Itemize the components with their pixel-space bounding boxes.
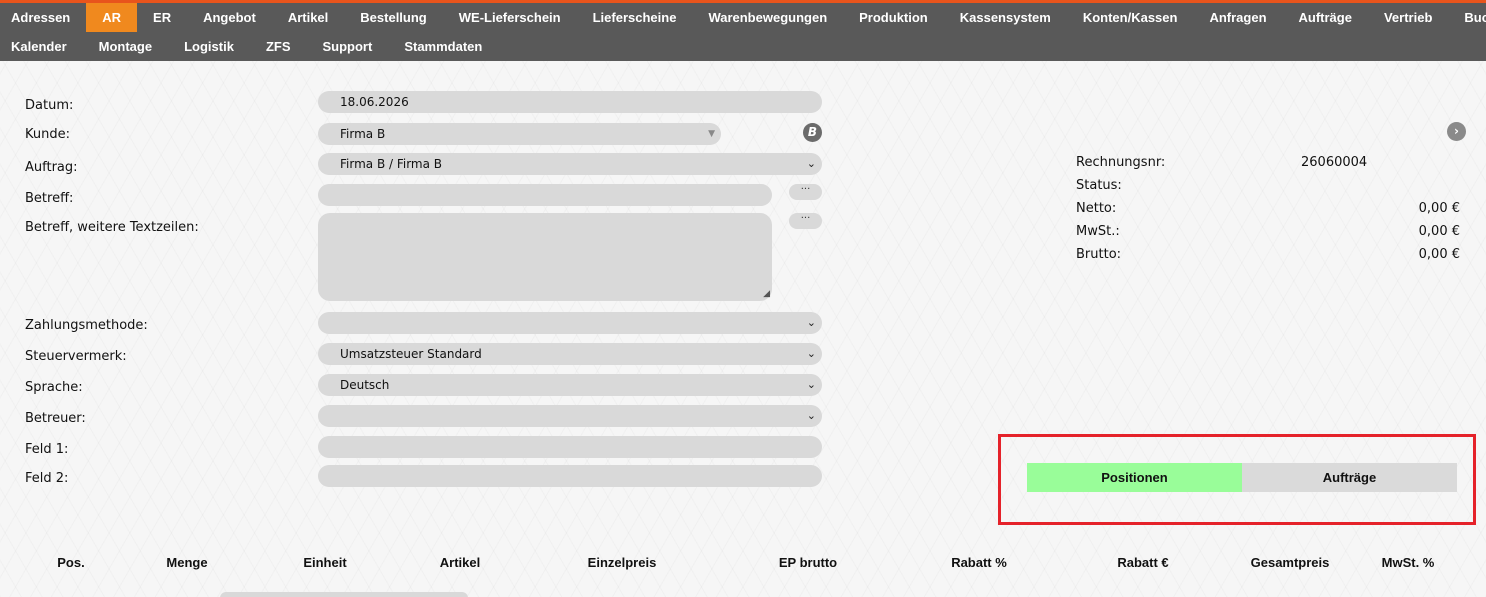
chevron-down-icon: ⌄	[806, 378, 816, 391]
position-row-input[interactable]	[220, 592, 468, 597]
kunde-select[interactable]: Firma B ▼	[318, 123, 721, 145]
nav-item-konten-kassen[interactable]: Konten/Kassen	[1067, 3, 1194, 32]
feld1-input[interactable]	[318, 436, 822, 458]
feld2-label: Feld 2:	[25, 471, 69, 486]
nav-item-warenbewegungen[interactable]: Warenbewegungen	[692, 3, 843, 32]
betreuer-select[interactable]: ⌄	[318, 405, 822, 427]
chevron-down-icon: ⌄	[806, 409, 816, 422]
kunde-label: Kunde:	[25, 127, 70, 142]
status-label: Status:	[1076, 178, 1122, 193]
nav-item-we-lieferschein[interactable]: WE-Lieferschein	[443, 3, 577, 32]
betreff-more-button[interactable]: ···	[789, 184, 822, 200]
nav-row-primary: Adressen AR ER Angebot Artikel Bestellun…	[0, 3, 1486, 32]
sprache-label: Sprache:	[25, 380, 83, 395]
nav-item-lieferscheine[interactable]: Lieferscheine	[577, 3, 693, 32]
brutto-value: 0,00 €	[1418, 247, 1460, 262]
nav-item-bestellung[interactable]: Bestellung	[344, 3, 442, 32]
column-header-einzelpreis: Einzelpreis	[587, 555, 657, 570]
steuervermerk-value: Umsatzsteuer Standard	[340, 347, 482, 361]
betreff-input[interactable]	[318, 184, 772, 206]
rechnungsnr-value: 26060004	[1301, 155, 1368, 170]
column-header-einheit: Einheit	[303, 555, 347, 570]
nav-item-buchhaltung[interactable]: Buchhaltung	[1448, 3, 1486, 32]
nav-row-secondary: Kalender Montage Logistik ZFS Support St…	[0, 32, 498, 61]
zahlungsmethode-label: Zahlungsmethode:	[25, 318, 148, 333]
mwst-value: 0,00 €	[1418, 224, 1460, 239]
feld1-label: Feld 1:	[25, 442, 69, 457]
netto-label: Netto:	[1076, 201, 1117, 216]
nav-item-er[interactable]: ER	[137, 3, 187, 32]
tab-auftraege[interactable]: Aufträge	[1242, 463, 1457, 492]
column-header-menge: Menge	[166, 555, 208, 570]
nav-item-montage[interactable]: Montage	[83, 32, 168, 61]
auftrag-label: Auftrag:	[25, 160, 78, 175]
column-header-gesamtpreis: Gesamtpreis	[1250, 555, 1330, 570]
column-header-pos: Pos.	[57, 555, 85, 570]
nav-item-kalender[interactable]: Kalender	[0, 32, 83, 61]
rechnungsnr-label: Rechnungsnr:	[1076, 155, 1166, 170]
tab-positionen[interactable]: Positionen	[1027, 463, 1242, 492]
betreuer-label: Betreuer:	[25, 411, 86, 426]
datum-label: Datum:	[25, 98, 74, 113]
nav-item-stammdaten[interactable]: Stammdaten	[388, 32, 498, 61]
zahlungsmethode-select[interactable]: ⌄	[318, 312, 822, 334]
column-header-rabatt-euro: Rabatt €	[1117, 555, 1169, 570]
betreff-label: Betreff:	[25, 191, 74, 206]
datum-input[interactable]: 18.06.2026	[318, 91, 822, 113]
column-header-mwst: MwSt. %	[1381, 555, 1435, 570]
chevron-down-icon: ⌄	[806, 157, 816, 170]
nav-item-artikel[interactable]: Artikel	[272, 3, 344, 32]
nav-item-kassensystem[interactable]: Kassensystem	[944, 3, 1067, 32]
nav-item-produktion[interactable]: Produktion	[843, 3, 944, 32]
kunde-value: Firma B	[340, 127, 386, 141]
chevron-down-icon: ⌄	[806, 347, 816, 360]
nav-item-zfs[interactable]: ZFS	[250, 32, 307, 61]
nav-item-angebot[interactable]: Angebot	[187, 3, 272, 32]
column-header-rabatt-prozent: Rabatt %	[951, 555, 1007, 570]
column-header-artikel: Artikel	[439, 555, 481, 570]
feld2-input[interactable]	[318, 465, 822, 487]
datum-value: 18.06.2026	[340, 95, 409, 109]
chevron-down-icon: ⌄	[806, 316, 816, 329]
next-arrow-icon[interactable]: ›	[1447, 122, 1466, 141]
resize-handle-icon[interactable]: ◢	[763, 289, 770, 299]
nav-item-logistik[interactable]: Logistik	[168, 32, 250, 61]
nav-item-adressen[interactable]: Adressen	[0, 3, 86, 32]
steuervermerk-label: Steuervermerk:	[25, 349, 127, 364]
auftrag-value: Firma B / Firma B	[340, 157, 443, 171]
betreff-weitere-more-button[interactable]: ···	[789, 213, 822, 229]
mwst-label: MwSt.:	[1076, 224, 1120, 239]
nav-item-anfragen[interactable]: Anfragen	[1193, 3, 1282, 32]
netto-value: 0,00 €	[1418, 201, 1460, 216]
nav-item-support[interactable]: Support	[307, 32, 389, 61]
steuervermerk-select[interactable]: Umsatzsteuer Standard ⌄	[318, 343, 822, 365]
betreff-weitere-label: Betreff, weitere Textzeilen:	[25, 220, 199, 235]
brutto-label: Brutto:	[1076, 247, 1122, 262]
kunde-b-icon[interactable]: B	[803, 123, 822, 142]
sprache-select[interactable]: Deutsch ⌄	[318, 374, 822, 396]
column-header-ep-brutto: EP brutto	[778, 555, 838, 570]
betreff-weitere-textarea[interactable]: ◢	[318, 213, 772, 301]
dropdown-triangle-icon: ▼	[708, 129, 715, 139]
sprache-value: Deutsch	[340, 378, 390, 392]
nav-item-auftraege[interactable]: Aufträge	[1283, 3, 1368, 32]
nav-item-vertrieb[interactable]: Vertrieb	[1368, 3, 1448, 32]
auftrag-select[interactable]: Firma B / Firma B ⌄	[318, 153, 822, 175]
nav-item-ar[interactable]: AR	[86, 3, 138, 32]
top-navigation: Adressen AR ER Angebot Artikel Bestellun…	[0, 0, 1486, 61]
